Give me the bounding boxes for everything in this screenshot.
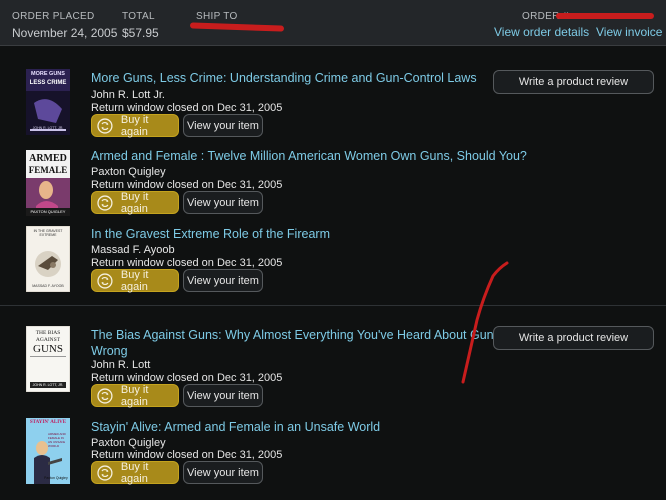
order-placed: ORDER PLACED November 24, 2005 [12, 11, 117, 40]
item-title-link[interactable]: Stayin' Alive: Armed and Female in an Un… [91, 419, 380, 435]
book-cover[interactable]: MORE GUNS LESS CRIME JOHN R. LOTT, JR. [26, 69, 70, 135]
cover-text-top: ARMED [29, 153, 67, 164]
order-placed-value: November 24, 2005 [12, 26, 118, 40]
red-annotation-stroke [461, 261, 509, 384]
item-author: Paxton Quigley [91, 437, 166, 449]
item-author: Paxton Quigley [91, 166, 166, 178]
ship-to-redaction [189, 22, 285, 32]
shipment-divider [0, 305, 666, 306]
cover-text-bottom: LESS CRIME [29, 80, 67, 86]
book-cover[interactable]: STAYIN' ALIVE ARMED AND FEMALE IN AN UNS… [26, 418, 70, 484]
buy-again-label: Buy it again [120, 460, 149, 485]
view-item-button[interactable]: View your item [183, 114, 263, 137]
order-total: TOTAL $57.95 [122, 11, 159, 40]
item-title-line-2: Wrong [91, 344, 128, 358]
item-return-status: Return window closed on Dec 31, 2005 [91, 372, 283, 384]
ship-to-label: SHIP TO [196, 11, 238, 22]
book-cover[interactable]: THE BIAS AGAINST GUNS JOHN R. LOTT, JR. [26, 326, 70, 392]
order-placed-label: ORDER PLACED [12, 11, 95, 22]
cover-text-bottom: GUNS [33, 343, 63, 355]
reorder-cycle-icon [97, 272, 113, 289]
item-return-status: Return window closed on Dec 31, 2005 [91, 179, 283, 191]
buy-again-button[interactable]: Buy it again [91, 383, 179, 408]
view-item-button[interactable]: View your item [183, 384, 263, 407]
view-order-details-link[interactable]: View order details [494, 25, 589, 39]
write-review-button[interactable]: Write a product review [493, 326, 654, 350]
cover-text-top: STAYIN' ALIVE [29, 420, 67, 425]
item-author: John R. Lott [91, 359, 151, 371]
buy-again-button[interactable]: Buy it again [91, 460, 179, 485]
item-title-link[interactable]: More Guns, Less Crime: Understanding Cri… [91, 70, 477, 86]
buy-again-button[interactable]: Buy it again [91, 113, 179, 138]
item-return-status: Return window closed on Dec 31, 2005 [91, 257, 283, 269]
view-invoice-link[interactable]: View invoice [596, 25, 662, 39]
item-title-link[interactable]: In the Gravest Extreme Role of the Firea… [91, 226, 330, 242]
cover-author: JOHN R. LOTT, JR. [32, 126, 64, 130]
book-cover[interactable]: ARMED FEMALE PAXTON QUIGLEY [26, 150, 70, 216]
view-item-button[interactable]: View your item [183, 461, 263, 484]
item-return-status: Return window closed on Dec 31, 2005 [91, 449, 283, 461]
book-cover[interactable]: IN THE GRAVEST EXTREME MASSAD F. AYOOB [26, 226, 70, 292]
order-total-label: TOTAL [122, 11, 155, 22]
buy-again-button[interactable]: Buy it again [91, 268, 179, 293]
reorder-cycle-icon [97, 464, 113, 481]
cover-text-top: MORE GUNS [31, 71, 65, 77]
view-item-button[interactable]: View your item [183, 191, 263, 214]
order-header: ORDER PLACED November 24, 2005 TOTAL $57… [0, 0, 666, 46]
buy-again-label: Buy it again [120, 383, 149, 408]
item-author: John R. Lott Jr. [91, 89, 165, 101]
cover-text-top: THE BIAS [35, 330, 61, 336]
buy-again-button[interactable]: Buy it again [91, 190, 179, 215]
cover-author: PAXTON QUIGLEY [30, 209, 66, 214]
cover-author: Paxton Quigley [44, 476, 68, 480]
buy-again-label: Buy it again [120, 268, 149, 293]
view-item-button[interactable]: View your item [183, 269, 263, 292]
ship-to: SHIP TO [196, 11, 238, 22]
item-author: Massad F. Ayoob [91, 244, 175, 256]
item-title-link[interactable]: Armed and Female : Twelve Million Americ… [91, 148, 527, 164]
order-number-redaction [556, 13, 654, 19]
reorder-cycle-icon [97, 194, 113, 211]
write-review-button[interactable]: Write a product review [493, 70, 654, 94]
buy-again-label: Buy it again [120, 190, 149, 215]
reorder-cycle-icon [97, 117, 113, 134]
cover-author: MASSAD F. AYOOB [32, 284, 64, 288]
order-total-value: $57.95 [122, 26, 159, 40]
cover-text-bottom: ARMED AND FEMALE IN AN UNSAFE WORLD [48, 432, 66, 448]
item-return-status: Return window closed on Dec 31, 2005 [91, 102, 283, 114]
buy-again-label: Buy it again [120, 113, 149, 138]
cover-text-top: IN THE GRAVEST EXTREME [33, 229, 63, 237]
reorder-cycle-icon [97, 387, 113, 404]
cover-author: JOHN R. LOTT, JR. [32, 383, 64, 387]
cover-text-bottom: FEMALE [28, 165, 68, 175]
